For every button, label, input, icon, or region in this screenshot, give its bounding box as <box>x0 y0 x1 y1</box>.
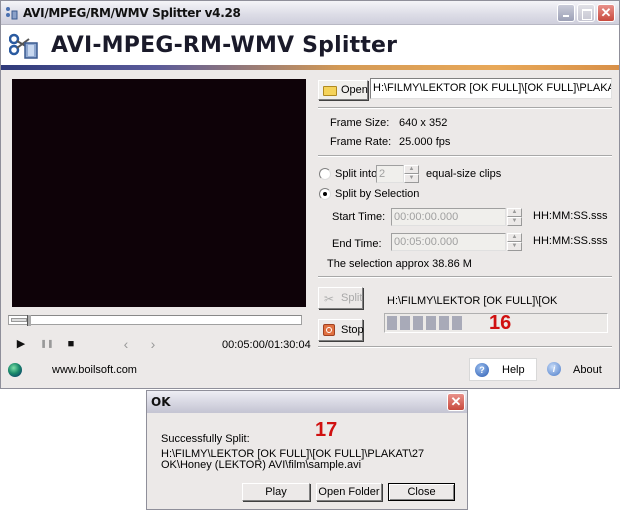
split-into-label: Split into <box>335 168 378 180</box>
dialog-close-action-button[interactable]: Close <box>388 483 455 501</box>
start-time-field[interactable]: 00:00:00.000 <box>391 208 506 226</box>
help-icon: ? <box>475 363 489 377</box>
split-by-selection-radio[interactable] <box>319 188 331 200</box>
frame-size-value: 640 x 352 <box>399 117 448 129</box>
app-icon <box>6 7 18 20</box>
dialog-output-path: H:\FILMY\LEKTOR [OK FULL]\[OK FULL]\PLAK… <box>161 449 425 471</box>
play-button[interactable]: ▶ <box>14 337 28 351</box>
globe-icon <box>8 363 22 377</box>
annotation-17: 17 <box>315 419 338 441</box>
dialog-message: Successfully Split: <box>161 433 250 445</box>
start-time-format: HH:MM:SS.sss <box>533 210 608 222</box>
frame-size-label: Frame Size: <box>330 117 390 129</box>
spin-down-icon[interactable]: ▼ <box>404 174 419 183</box>
play-icon: ▶ <box>16 338 26 350</box>
start-time-spinner[interactable]: ▲ ▼ <box>507 208 522 226</box>
pause-button[interactable]: ❚❚ <box>40 337 54 351</box>
seek-start-marker <box>11 318 27 322</box>
scissors-film-logo-icon <box>9 33 38 59</box>
stop-icon: ■ <box>67 338 75 350</box>
frame-rate-label: Frame Rate: <box>330 136 392 148</box>
scissors-icon: ✂ <box>324 292 335 306</box>
main-window: AVI/MPEG/RM/WMV Splitter v4.28 ✕ AVI-MPE… <box>0 0 620 389</box>
dialog-title: OK <box>151 395 171 409</box>
minimize-button[interactable] <box>557 4 575 22</box>
seek-slider[interactable] <box>8 315 302 326</box>
divider <box>318 155 612 157</box>
stop-button-label: Stop <box>341 324 364 336</box>
close-icon: ✕ <box>450 394 462 409</box>
divider <box>318 276 612 278</box>
previous-frame-button[interactable]: ‹ <box>119 337 133 351</box>
end-time-format: HH:MM:SS.sss <box>533 235 608 247</box>
app-header: AVI-MPEG-RM-WMV Splitter <box>1 25 619 65</box>
spin-up-icon[interactable]: ▲ <box>507 208 522 217</box>
clip-count-field[interactable]: 2 <box>376 165 404 183</box>
info-icon[interactable]: i <box>547 362 561 376</box>
spin-up-icon[interactable]: ▲ <box>507 233 522 242</box>
website-link[interactable]: www.boilsoft.com <box>52 364 137 376</box>
file-path-field[interactable]: H:\FILMY\LEKTOR [OK FULL]\[OK FULL]\PLAK… <box>370 78 612 99</box>
app-brand-title: AVI-MPEG-RM-WMV Splitter <box>51 33 398 58</box>
split-button-label: Split <box>341 292 363 304</box>
end-time-label: End Time: <box>332 238 382 250</box>
start-time-label: Start Time: <box>332 211 386 223</box>
dialog-close-button[interactable]: ✕ <box>447 393 465 411</box>
video-preview <box>12 79 306 307</box>
close-button[interactable]: ✕ <box>597 4 615 22</box>
window-title: AVI/MPEG/RM/WMV Splitter v4.28 <box>23 6 241 20</box>
split-button[interactable]: ✂ Split <box>318 287 363 309</box>
seek-thumb[interactable] <box>27 315 32 326</box>
next-frame-button[interactable]: › <box>146 337 160 351</box>
end-time-field[interactable]: 00:05:00.000 <box>391 233 506 251</box>
time-readout: 00:05:00/01:30:04 <box>222 339 311 351</box>
clip-count-spinner[interactable]: ▲ ▼ <box>404 165 419 183</box>
help-button[interactable]: ? Help <box>469 358 537 381</box>
end-time-spinner[interactable]: ▲ ▼ <box>507 233 522 251</box>
annotation-16: 16 <box>489 312 512 334</box>
chevron-right-icon: › <box>150 336 156 352</box>
stop-button[interactable]: Stop <box>318 319 364 341</box>
folder-icon <box>323 86 337 96</box>
spin-up-icon[interactable]: ▲ <box>404 165 419 174</box>
stop-power-icon <box>323 324 335 336</box>
about-button[interactable]: About <box>573 364 602 376</box>
spin-down-icon[interactable]: ▼ <box>507 242 522 251</box>
divider <box>318 346 612 348</box>
header-divider <box>1 65 619 70</box>
success-dialog: OK ✕ Successfully Split: 17 H:\FILMY\LEK… <box>146 390 468 510</box>
frame-rate-value: 25.000 fps <box>399 136 451 148</box>
close-icon: ✕ <box>600 5 612 20</box>
help-button-label: Help <box>502 364 525 376</box>
open-folder-button[interactable]: Open Folder <box>316 483 382 501</box>
split-into-radio[interactable] <box>319 168 331 180</box>
maximize-button[interactable] <box>577 4 595 22</box>
chevron-left-icon: ‹ <box>123 336 129 352</box>
pause-icon: ❚❚ <box>40 339 54 348</box>
play-result-button[interactable]: Play <box>242 483 310 501</box>
open-button-label: Open <box>341 84 368 96</box>
stop-playback-button[interactable]: ■ <box>64 337 78 351</box>
equal-size-label: equal-size clips <box>426 168 502 180</box>
progress-fill <box>387 316 464 330</box>
current-file-label: H:\FILMY\LEKTOR [OK FULL]\[OK <box>387 295 558 307</box>
title-bar[interactable]: AVI/MPEG/RM/WMV Splitter v4.28 ✕ <box>1 1 619 25</box>
split-by-selection-label: Split by Selection <box>335 188 420 200</box>
spin-down-icon[interactable]: ▼ <box>507 217 522 226</box>
selection-size-info: The selection approx 38.86 M <box>327 258 472 270</box>
open-button[interactable]: Open <box>318 80 368 100</box>
dialog-title-bar[interactable]: OK ✕ <box>147 391 467 413</box>
divider <box>318 107 612 109</box>
